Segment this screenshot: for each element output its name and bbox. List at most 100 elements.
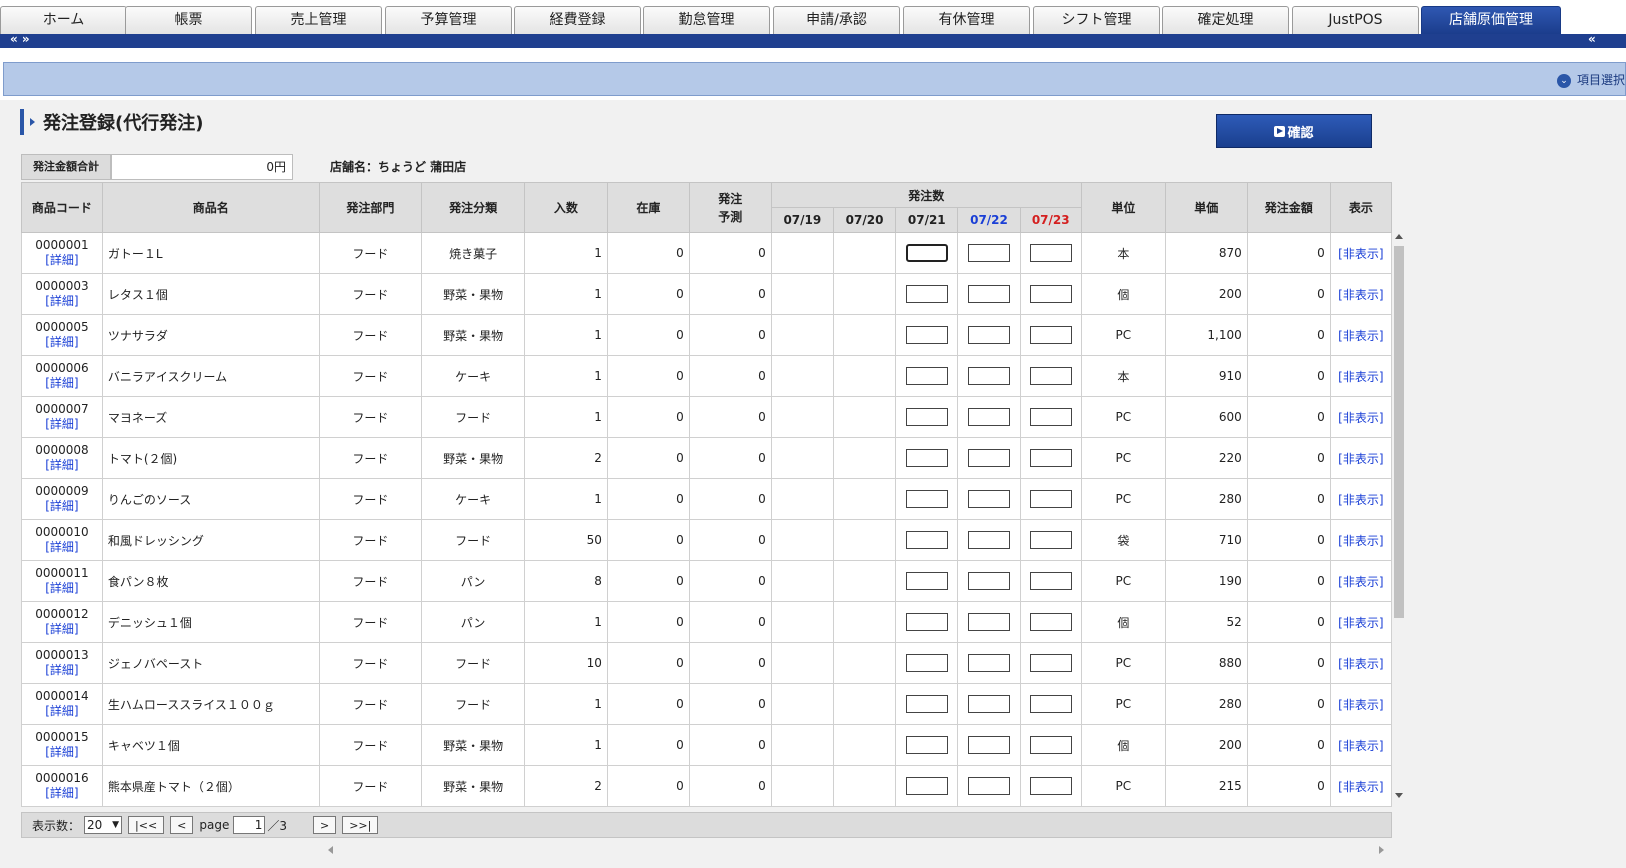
hide-link[interactable]: [非表示] bbox=[1329, 601, 1393, 643]
hide-link[interactable]: [非表示] bbox=[1329, 560, 1393, 602]
hide-link[interactable]: [非表示] bbox=[1329, 478, 1393, 520]
hide-link[interactable]: [非表示] bbox=[1329, 273, 1393, 315]
detail-link[interactable]: [詳細] bbox=[27, 786, 97, 801]
tab-item[interactable]: 勤怠管理 bbox=[643, 6, 770, 34]
scroll-up-icon[interactable] bbox=[1395, 234, 1403, 239]
order-qty-input[interactable] bbox=[967, 654, 1010, 672]
scroll-left-icon[interactable] bbox=[328, 846, 333, 854]
order-qty-input[interactable] bbox=[967, 777, 1010, 795]
detail-link[interactable]: [詳細] bbox=[27, 417, 97, 432]
order-qty-input[interactable] bbox=[967, 613, 1010, 631]
detail-link[interactable]: [詳細] bbox=[27, 704, 97, 719]
order-qty-input[interactable] bbox=[967, 449, 1010, 467]
page-input[interactable]: 1 bbox=[233, 816, 266, 834]
detail-link[interactable]: [詳細] bbox=[27, 499, 97, 514]
order-qty-input[interactable] bbox=[905, 490, 948, 508]
tab-item[interactable]: JustPOS bbox=[1292, 6, 1419, 34]
collapse-arrows-icon[interactable]: « » bbox=[10, 32, 30, 46]
order-qty-input[interactable] bbox=[967, 285, 1010, 303]
tab-item[interactable]: 経費登録 bbox=[514, 6, 641, 34]
tab-item[interactable]: 確定処理 bbox=[1162, 6, 1289, 34]
tab-item[interactable]: 店舗原価管理 bbox=[1421, 6, 1561, 34]
hide-link[interactable]: [非表示] bbox=[1329, 314, 1393, 356]
order-qty-input[interactable] bbox=[1029, 654, 1072, 672]
order-qty-input[interactable] bbox=[905, 531, 948, 549]
vertical-scrollbar[interactable] bbox=[1392, 232, 1406, 800]
tab-item[interactable]: シフト管理 bbox=[1033, 6, 1160, 34]
order-qty-input[interactable] bbox=[1029, 695, 1072, 713]
order-qty-input[interactable] bbox=[967, 367, 1010, 385]
display-count-select[interactable]: 20 ▼ bbox=[84, 816, 123, 834]
order-qty-input[interactable] bbox=[967, 736, 1010, 754]
hide-link[interactable]: [非表示] bbox=[1329, 355, 1393, 397]
order-qty-input[interactable] bbox=[1029, 326, 1072, 344]
order-qty-input[interactable] bbox=[1029, 490, 1072, 508]
order-qty-input[interactable] bbox=[905, 449, 948, 467]
first-page-button[interactable]: |<< bbox=[128, 816, 165, 834]
order-qty-input[interactable] bbox=[967, 490, 1010, 508]
detail-link[interactable]: [詳細] bbox=[27, 622, 97, 637]
hide-link[interactable]: [非表示] bbox=[1329, 232, 1393, 274]
order-qty-input[interactable] bbox=[967, 531, 1010, 549]
tab-item[interactable]: 予算管理 bbox=[385, 6, 512, 34]
hide-link[interactable]: [非表示] bbox=[1329, 724, 1393, 766]
tab-item[interactable]: 売上管理 bbox=[255, 6, 382, 34]
order-qty-input[interactable] bbox=[905, 572, 948, 590]
order-qty-input[interactable] bbox=[905, 777, 948, 795]
next-page-button[interactable]: > bbox=[313, 816, 337, 834]
detail-link[interactable]: [詳細] bbox=[27, 458, 97, 473]
order-qty-input[interactable] bbox=[905, 408, 948, 426]
detail-link[interactable]: [詳細] bbox=[27, 376, 97, 391]
tab-item[interactable]: 申請/承認 bbox=[773, 6, 900, 34]
detail-link[interactable]: [詳細] bbox=[27, 663, 97, 678]
order-qty-input[interactable] bbox=[1029, 367, 1072, 385]
order-qty-input[interactable] bbox=[1029, 408, 1072, 426]
hide-link[interactable]: [非表示] bbox=[1329, 765, 1393, 807]
order-category: フード bbox=[421, 683, 525, 725]
order-qty-input[interactable] bbox=[905, 367, 948, 385]
order-qty-input[interactable] bbox=[967, 695, 1010, 713]
order-qty-input[interactable] bbox=[905, 736, 948, 754]
hide-link[interactable]: [非表示] bbox=[1329, 683, 1393, 725]
last-page-button[interactable]: >>| bbox=[342, 816, 379, 834]
hide-link[interactable]: [非表示] bbox=[1329, 437, 1393, 479]
order-qty-input[interactable] bbox=[1029, 244, 1072, 262]
order-qty-input[interactable] bbox=[967, 244, 1010, 262]
order-qty-input[interactable] bbox=[1029, 777, 1072, 795]
tab-item[interactable]: 帳票 bbox=[125, 6, 252, 34]
hide-link[interactable]: [非表示] bbox=[1329, 642, 1393, 684]
order-qty-input[interactable] bbox=[967, 326, 1010, 344]
order-qty-input[interactable] bbox=[905, 285, 948, 303]
horizontal-scrollbar[interactable] bbox=[320, 844, 1392, 856]
order-qty-input[interactable] bbox=[1029, 736, 1072, 754]
order-qty-input[interactable] bbox=[967, 572, 1010, 590]
order-qty-input[interactable] bbox=[1029, 449, 1072, 467]
hide-link[interactable]: [非表示] bbox=[1329, 519, 1393, 561]
detail-link[interactable]: [詳細] bbox=[27, 540, 97, 555]
scroll-right-icon[interactable] bbox=[1379, 846, 1384, 854]
confirm-button[interactable]: 確認 bbox=[1216, 114, 1372, 148]
detail-link[interactable]: [詳細] bbox=[27, 294, 97, 309]
detail-link[interactable]: [詳細] bbox=[27, 335, 97, 350]
detail-link[interactable]: [詳細] bbox=[27, 581, 97, 596]
detail-link[interactable]: [詳細] bbox=[27, 253, 97, 268]
expand-arrows-icon[interactable]: « bbox=[1588, 32, 1596, 46]
order-qty-input[interactable] bbox=[1029, 613, 1072, 631]
detail-link[interactable]: [詳細] bbox=[27, 745, 97, 760]
order-qty-input[interactable] bbox=[905, 695, 948, 713]
scroll-thumb[interactable] bbox=[1394, 246, 1404, 618]
hide-link[interactable]: [非表示] bbox=[1329, 396, 1393, 438]
order-qty-input[interactable] bbox=[967, 408, 1010, 426]
order-qty-input[interactable] bbox=[1029, 572, 1072, 590]
tab-item[interactable]: 有休管理 bbox=[903, 6, 1030, 34]
prev-page-button[interactable]: < bbox=[170, 816, 194, 834]
scroll-down-icon[interactable] bbox=[1395, 793, 1403, 798]
order-qty-input[interactable] bbox=[905, 613, 948, 631]
item-select-toggle[interactable]: ⌄ 項目選択 bbox=[1556, 71, 1625, 88]
order-qty-input[interactable] bbox=[1029, 531, 1072, 549]
tab-item[interactable]: ホーム bbox=[0, 6, 127, 34]
order-qty-input[interactable] bbox=[905, 244, 948, 262]
order-qty-input[interactable] bbox=[905, 326, 948, 344]
order-qty-input[interactable] bbox=[1029, 285, 1072, 303]
order-qty-input[interactable] bbox=[905, 654, 948, 672]
